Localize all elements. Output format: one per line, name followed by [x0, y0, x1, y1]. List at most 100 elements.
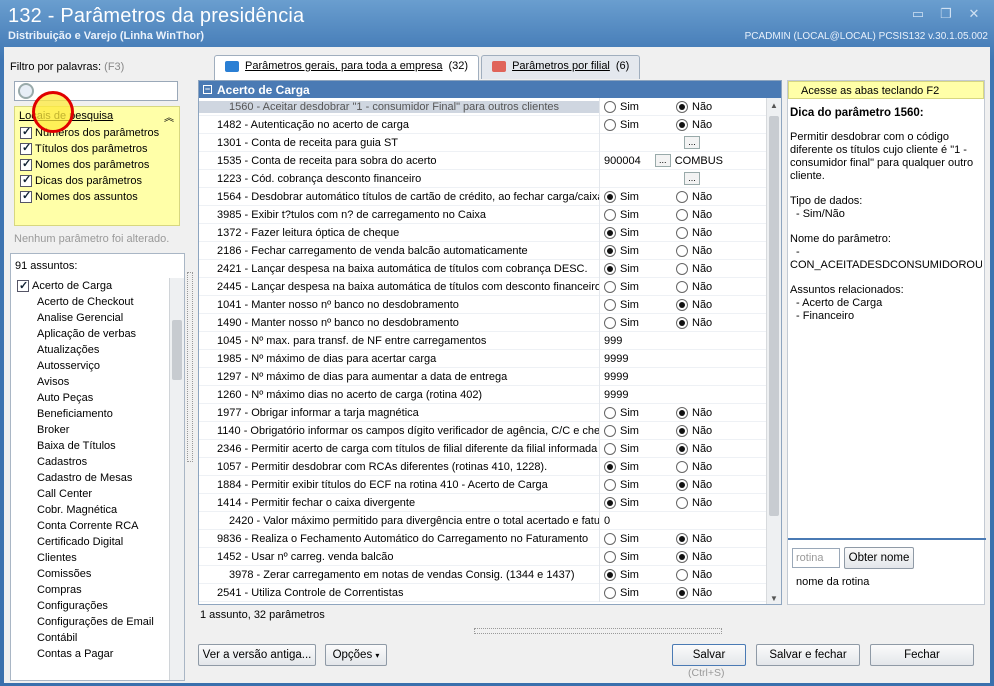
- parameter-row[interactable]: 2541 - Utiliza Controle de Correntistas S…: [199, 583, 767, 602]
- parameter-value[interactable]: ...: [599, 133, 767, 152]
- radio-button[interactable]: [676, 568, 688, 581]
- radio-yes[interactable]: Sim: [604, 118, 676, 131]
- radio-button[interactable]: [604, 442, 616, 455]
- radio-no[interactable]: Não: [676, 118, 748, 131]
- parameter-value[interactable]: Sim Não: [599, 115, 767, 134]
- horizontal-splitter[interactable]: [474, 628, 722, 634]
- parameter-value[interactable]: 0: [599, 511, 767, 530]
- checkbox[interactable]: [20, 173, 32, 187]
- subject-item[interactable]: Autosserviço: [13, 358, 169, 374]
- radio-no[interactable]: Não: [676, 406, 748, 419]
- parameter-row[interactable]: 1223 - Cód. cobrança desconto financeiro…: [199, 169, 767, 188]
- parameter-value[interactable]: Sim Não: [599, 223, 767, 242]
- subject-item[interactable]: Auto Peças: [13, 390, 169, 406]
- location-option[interactable]: Dicas dos parâmetros: [15, 173, 179, 189]
- radio-yes[interactable]: Sim: [604, 226, 676, 239]
- radio-yes[interactable]: Sim: [604, 586, 676, 599]
- parameter-value[interactable]: Sim Não: [599, 295, 767, 314]
- subject-item[interactable]: Acerto de Carga: [13, 278, 169, 294]
- subject-item[interactable]: Certificado Digital: [13, 534, 169, 550]
- scroll-thumb[interactable]: [172, 320, 182, 380]
- location-option[interactable]: Nomes dos parâmetros: [15, 157, 179, 173]
- radio-button[interactable]: [604, 586, 616, 599]
- parameter-value[interactable]: 900004... COMBUS: [599, 151, 767, 170]
- parameter-row[interactable]: 2445 - Lançar despesa na baixa automátic…: [199, 277, 767, 296]
- subject-item[interactable]: Cobr. Magnética: [13, 502, 169, 518]
- radio-no[interactable]: Não: [676, 298, 748, 311]
- obter-nome-button[interactable]: Obter nome: [844, 547, 914, 569]
- subject-item[interactable]: Cadastros: [13, 454, 169, 470]
- radio-button[interactable]: [676, 118, 688, 131]
- radio-yes[interactable]: Sim: [604, 460, 676, 473]
- parameter-row[interactable]: 1372 - Fazer leitura óptica de cheque Sim…: [199, 223, 767, 242]
- radio-no[interactable]: Não: [676, 424, 748, 437]
- parameter-row[interactable]: 1260 - Nº máximo dias no acerto de carga…: [199, 385, 767, 404]
- parameter-value[interactable]: Sim Não: [599, 187, 767, 206]
- radio-button[interactable]: [676, 298, 688, 311]
- radio-no[interactable]: Não: [676, 208, 748, 221]
- options-button[interactable]: Opções ▾: [325, 644, 387, 666]
- checkbox[interactable]: [20, 189, 32, 203]
- subject-item[interactable]: Comissões: [13, 566, 169, 582]
- radio-button[interactable]: [676, 100, 688, 113]
- browse-button[interactable]: ...: [684, 136, 700, 149]
- radio-no[interactable]: Não: [676, 190, 748, 203]
- save-button[interactable]: Salvar: [672, 644, 746, 666]
- radio-button[interactable]: [676, 550, 688, 563]
- subject-item[interactable]: Clientes: [13, 550, 169, 566]
- parameter-row[interactable]: 1140 - Obrigatório informar os campos dí…: [199, 421, 767, 440]
- collapse-group-icon[interactable]: −: [203, 85, 212, 94]
- parameter-value[interactable]: Sim Não: [599, 457, 767, 476]
- radio-no[interactable]: Não: [676, 316, 748, 329]
- rotina-input[interactable]: rotina: [792, 548, 840, 568]
- radio-yes[interactable]: Sim: [604, 208, 676, 221]
- parameter-value[interactable]: Sim Não: [599, 439, 767, 458]
- parameter-row[interactable]: 1564 - Desdobrar automático títulos de c…: [199, 187, 767, 206]
- parameter-row[interactable]: 3978 - Zerar carregamento em notas de ve…: [199, 565, 767, 584]
- parameter-row[interactable]: 2186 - Fechar carregamento de venda balc…: [199, 241, 767, 260]
- parameter-value[interactable]: Sim Não: [599, 205, 767, 224]
- subject-item[interactable]: Acerto de Checkout: [13, 294, 169, 310]
- radio-button[interactable]: [604, 244, 616, 257]
- radio-button[interactable]: [676, 280, 688, 293]
- radio-button[interactable]: [604, 280, 616, 293]
- radio-button[interactable]: [604, 568, 616, 581]
- parameter-row[interactable]: 1041 - Manter nosso nº banco no desdobra…: [199, 295, 767, 314]
- parameter-value[interactable]: Sim Não: [599, 403, 767, 422]
- radio-button[interactable]: [676, 316, 688, 329]
- vertical-splitter[interactable]: [187, 272, 193, 462]
- radio-button[interactable]: [604, 496, 616, 509]
- checkbox[interactable]: [20, 125, 32, 139]
- parameter-row[interactable]: 1482 - Autenticação no acerto de carga Si…: [199, 115, 767, 134]
- radio-yes[interactable]: Sim: [604, 568, 676, 581]
- radio-button[interactable]: [604, 460, 616, 473]
- parameter-row[interactable]: 1985 - Nº máximo de dias para acertar ca…: [199, 349, 767, 368]
- parameter-value[interactable]: Sim Não: [599, 241, 767, 260]
- parameter-value[interactable]: ...: [599, 169, 767, 188]
- subject-item[interactable]: Configurações: [13, 598, 169, 614]
- radio-no[interactable]: Não: [676, 280, 748, 293]
- radio-button[interactable]: [676, 460, 688, 473]
- parameter-row[interactable]: 1045 - Nº max. para transf. de NF entre …: [199, 331, 767, 350]
- parameter-row[interactable]: 1301 - Conta de receita para guia ST...: [199, 133, 767, 152]
- parameter-value[interactable]: Sim Não: [599, 547, 767, 566]
- parameter-row[interactable]: 1452 - Usar nº carreg. venda balcão Sim Nã…: [199, 547, 767, 566]
- subject-item[interactable]: Aplicação de verbas: [13, 326, 169, 342]
- radio-button[interactable]: [676, 190, 688, 203]
- radio-yes[interactable]: Sim: [604, 244, 676, 257]
- location-option[interactable]: Títulos dos parâmetros: [15, 141, 179, 157]
- parameter-row[interactable]: 1297 - Nº máximo de dias para aumentar a…: [199, 367, 767, 386]
- radio-yes[interactable]: Sim: [604, 424, 676, 437]
- radio-yes[interactable]: Sim: [604, 100, 676, 113]
- radio-no[interactable]: Não: [676, 100, 748, 113]
- parameter-value[interactable]: Sim Não: [599, 97, 767, 116]
- radio-yes[interactable]: Sim: [604, 478, 676, 491]
- radio-yes[interactable]: Sim: [604, 190, 676, 203]
- radio-button[interactable]: [676, 442, 688, 455]
- parameter-value[interactable]: Sim Não: [599, 565, 767, 584]
- parameter-row[interactable]: 2346 - Permitir acerto de carga com títu…: [199, 439, 767, 458]
- radio-yes[interactable]: Sim: [604, 550, 676, 563]
- radio-button[interactable]: [676, 262, 688, 275]
- parameter-row[interactable]: 1535 - Conta de receita para sobra do ac…: [199, 151, 767, 170]
- grid-scroll-thumb[interactable]: [769, 116, 779, 516]
